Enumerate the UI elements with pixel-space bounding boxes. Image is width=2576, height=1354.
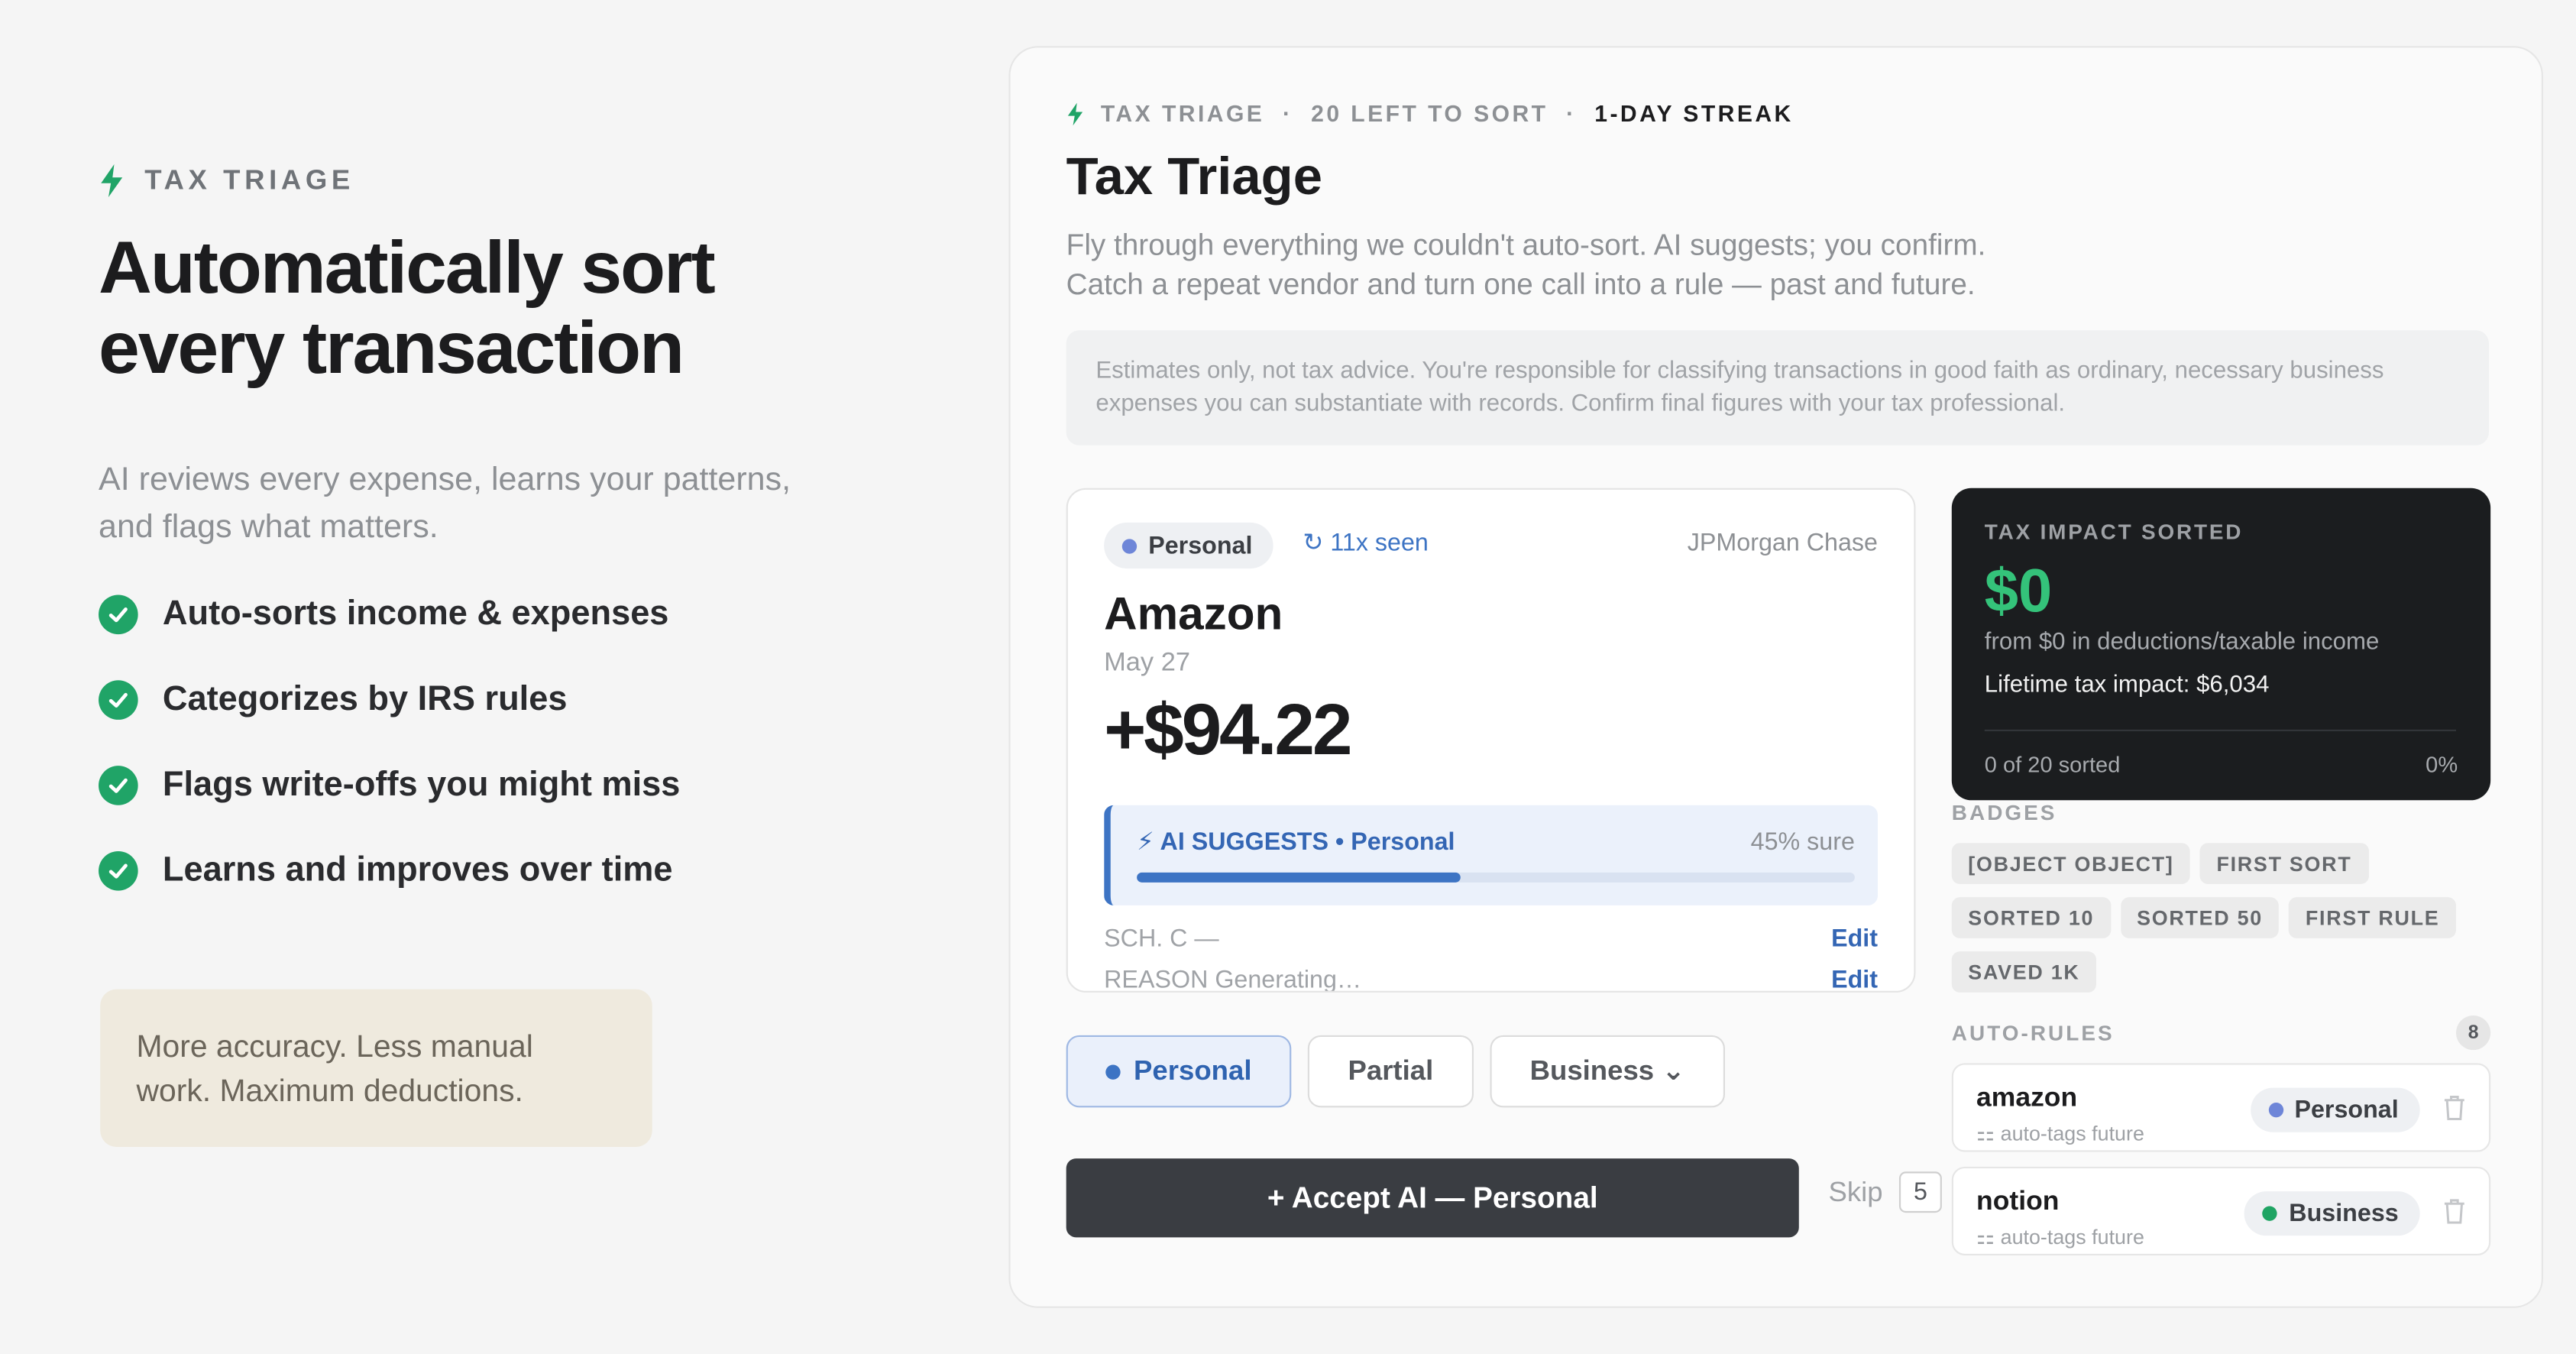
personal-dot-icon <box>1105 1064 1121 1079</box>
auto-rules-count: 8 <box>2455 1015 2491 1051</box>
merchant-name: Amazon <box>1104 588 1283 640</box>
business-dropdown-label: Business ⌄ <box>1529 1054 1685 1087</box>
confidence-bar <box>1137 872 1855 883</box>
business-dropdown[interactable]: Business ⌄ <box>1490 1035 1726 1108</box>
badge: SAVED 1K <box>1951 951 2097 993</box>
hero-eyebrow: TAX TRIAGE <box>99 164 854 198</box>
transaction-date: May 27 <box>1104 649 1190 678</box>
feature-text: Flags write-offs you might miss <box>162 766 681 804</box>
separator-dot: · <box>1566 100 1577 127</box>
tax-impact-value: $0 <box>1984 557 2053 625</box>
edit-sch-c-button[interactable]: Edit <box>1831 925 1878 954</box>
check-circle-icon <box>99 594 138 635</box>
badges-heading: BADGES <box>1951 800 2057 825</box>
feature-text: Categorizes by IRS rules <box>162 680 568 718</box>
tax-impact-from: from $0 in deductions/taxable income <box>1984 629 2380 656</box>
rule-category-pill[interactable]: Business <box>2244 1191 2420 1236</box>
panel-eyebrow: TAX TRIAGE · 20 LEFT TO SORT · 1-DAY STR… <box>1066 100 1794 127</box>
badge: SORTED 10 <box>1951 897 2111 938</box>
panel-title: Tax Triage <box>1066 146 1322 206</box>
panel-subtitle-line1: Fly through everything we couldn't auto-… <box>1066 228 1986 261</box>
sch-c-label: SCH. C — <box>1104 925 1219 954</box>
partial-button-label: Partial <box>1348 1054 1434 1087</box>
ai-suggestion-label: ⚡ AI SUGGESTS • Personal <box>1137 828 1455 857</box>
rule-category-pill[interactable]: Personal <box>2250 1087 2420 1132</box>
feature-item: Auto-sorts income & expenses <box>99 572 854 657</box>
reason-label: REASON Generating… <box>1104 966 1362 993</box>
panel-eyebrow-label: TAX TRIAGE <box>1100 100 1265 127</box>
ai-suggestion: ⚡ AI SUGGESTS • Personal 45% sure <box>1104 805 1879 905</box>
panel-subtitle-line2: Catch a repeat vendor and turn one call … <box>1066 267 1976 301</box>
tax-impact-card: TAX IMPACT SORTED $0 from $0 in deductio… <box>1951 488 2491 801</box>
hero-title: Automatically sort every transaction <box>99 227 854 388</box>
seen-count[interactable]: ↻ 11x seen <box>1303 527 1429 557</box>
accept-ai-button[interactable]: + Accept AI — Personal <box>1066 1158 1799 1238</box>
feature-list: Auto-sorts income & expenses Categorizes… <box>99 572 854 913</box>
trash-icon[interactable] <box>2443 1094 2466 1120</box>
transaction-card: Personal ↻ 11x seen JPMorgan Chase Amazo… <box>1066 488 1916 993</box>
check-circle-icon <box>99 680 138 720</box>
check-circle-icon <box>99 850 138 891</box>
category-tag-label: Personal <box>1148 531 1253 560</box>
transaction-amount: +$94.22 <box>1104 690 1352 771</box>
rule-subtitle: ⚏ auto-tags future <box>1976 1226 2144 1249</box>
sorted-percent: 0% <box>2426 752 2458 778</box>
hero-title-line2: every transaction <box>99 305 684 390</box>
bolt-icon <box>101 164 123 198</box>
sorted-progress: 0 of 20 sorted <box>1984 752 2121 778</box>
rule-category-label: Business <box>2289 1199 2399 1228</box>
badge: FIRST RULE <box>2289 897 2456 938</box>
personal-dot-icon <box>1121 538 1138 553</box>
tax-impact-label: TAX IMPACT SORTED <box>1984 519 2244 544</box>
rule-subtitle: ⚏ auto-tags future <box>1976 1122 2144 1145</box>
confidence-bar-fill <box>1137 872 1461 883</box>
badge: SORTED 50 <box>2120 897 2280 938</box>
rule-card: notion ⚏ auto-tags future Business <box>1951 1166 2491 1255</box>
trash-icon[interactable] <box>2443 1198 2466 1224</box>
separator-dot: · <box>1283 100 1293 127</box>
disclaimer: Estimates only, not tax advice. You're r… <box>1066 330 2490 445</box>
bank-name: JPMorgan Chase <box>1687 529 1879 558</box>
triage-panel: TAX TRIAGE · 20 LEFT TO SORT · 1-DAY STR… <box>1008 46 2543 1308</box>
hero: TAX TRIAGE Automatically sort every tran… <box>99 164 854 914</box>
streak-label: 1-DAY STREAK <box>1594 100 1794 127</box>
bolt-icon <box>1067 102 1083 125</box>
rule-category-label: Personal <box>2294 1096 2399 1124</box>
reason-row: REASON Generating… Edit <box>1104 966 1878 993</box>
partial-button[interactable]: Partial <box>1307 1035 1474 1108</box>
rule-card: amazon ⚏ auto-tags future Personal <box>1951 1063 2491 1152</box>
rule-name: amazon <box>1976 1083 2078 1113</box>
hero-title-line1: Automatically sort <box>99 225 716 309</box>
sch-c-row: SCH. C — Edit <box>1104 925 1878 954</box>
auto-rules-heading: AUTO-RULES <box>1951 1020 2115 1045</box>
personal-button-label: Personal <box>1134 1054 1252 1087</box>
check-circle-icon <box>99 766 138 805</box>
skip-button[interactable]: Skip <box>1829 1177 1883 1210</box>
category-tag: Personal <box>1104 522 1274 569</box>
hero-subtitle: AI reviews every expense, learns your pa… <box>99 462 791 546</box>
edit-reason-button[interactable]: Edit <box>1831 966 1878 990</box>
badge: [OBJECT OBJECT] <box>1951 843 2191 884</box>
feature-item: Flags write-offs you might miss <box>99 743 854 828</box>
personal-dot-icon <box>2268 1102 2283 1118</box>
feature-text: Learns and improves over time <box>162 850 673 889</box>
badge: FIRST SORT <box>2199 843 2368 884</box>
badge-list: [OBJECT OBJECT] FIRST SORT SORTED 10 SOR… <box>1951 843 2494 993</box>
feature-item: Categorizes by IRS rules <box>99 657 854 743</box>
hero-eyebrow-label: TAX TRIAGE <box>144 164 354 196</box>
personal-button[interactable]: Personal <box>1066 1035 1292 1108</box>
business-dot-icon <box>2262 1206 2278 1221</box>
feature-text: Auto-sorts income & expenses <box>162 594 669 633</box>
feature-item: Learns and improves over time <box>99 828 854 914</box>
divider <box>1984 729 2456 731</box>
skip-shortcut-key: 5 <box>1898 1171 1942 1213</box>
left-to-sort-count: 20 LEFT TO SORT <box>1311 100 1549 127</box>
rule-name: notion <box>1976 1186 2060 1216</box>
panel-subtitle: Fly through everything we couldn't auto-… <box>1066 225 2216 304</box>
lifetime-tax-impact: Lifetime tax impact: $6,034 <box>1984 672 2270 698</box>
value-note: More accuracy. Less manual work. Maximum… <box>100 989 652 1148</box>
ai-confidence-text: 45% sure <box>1750 828 1855 857</box>
